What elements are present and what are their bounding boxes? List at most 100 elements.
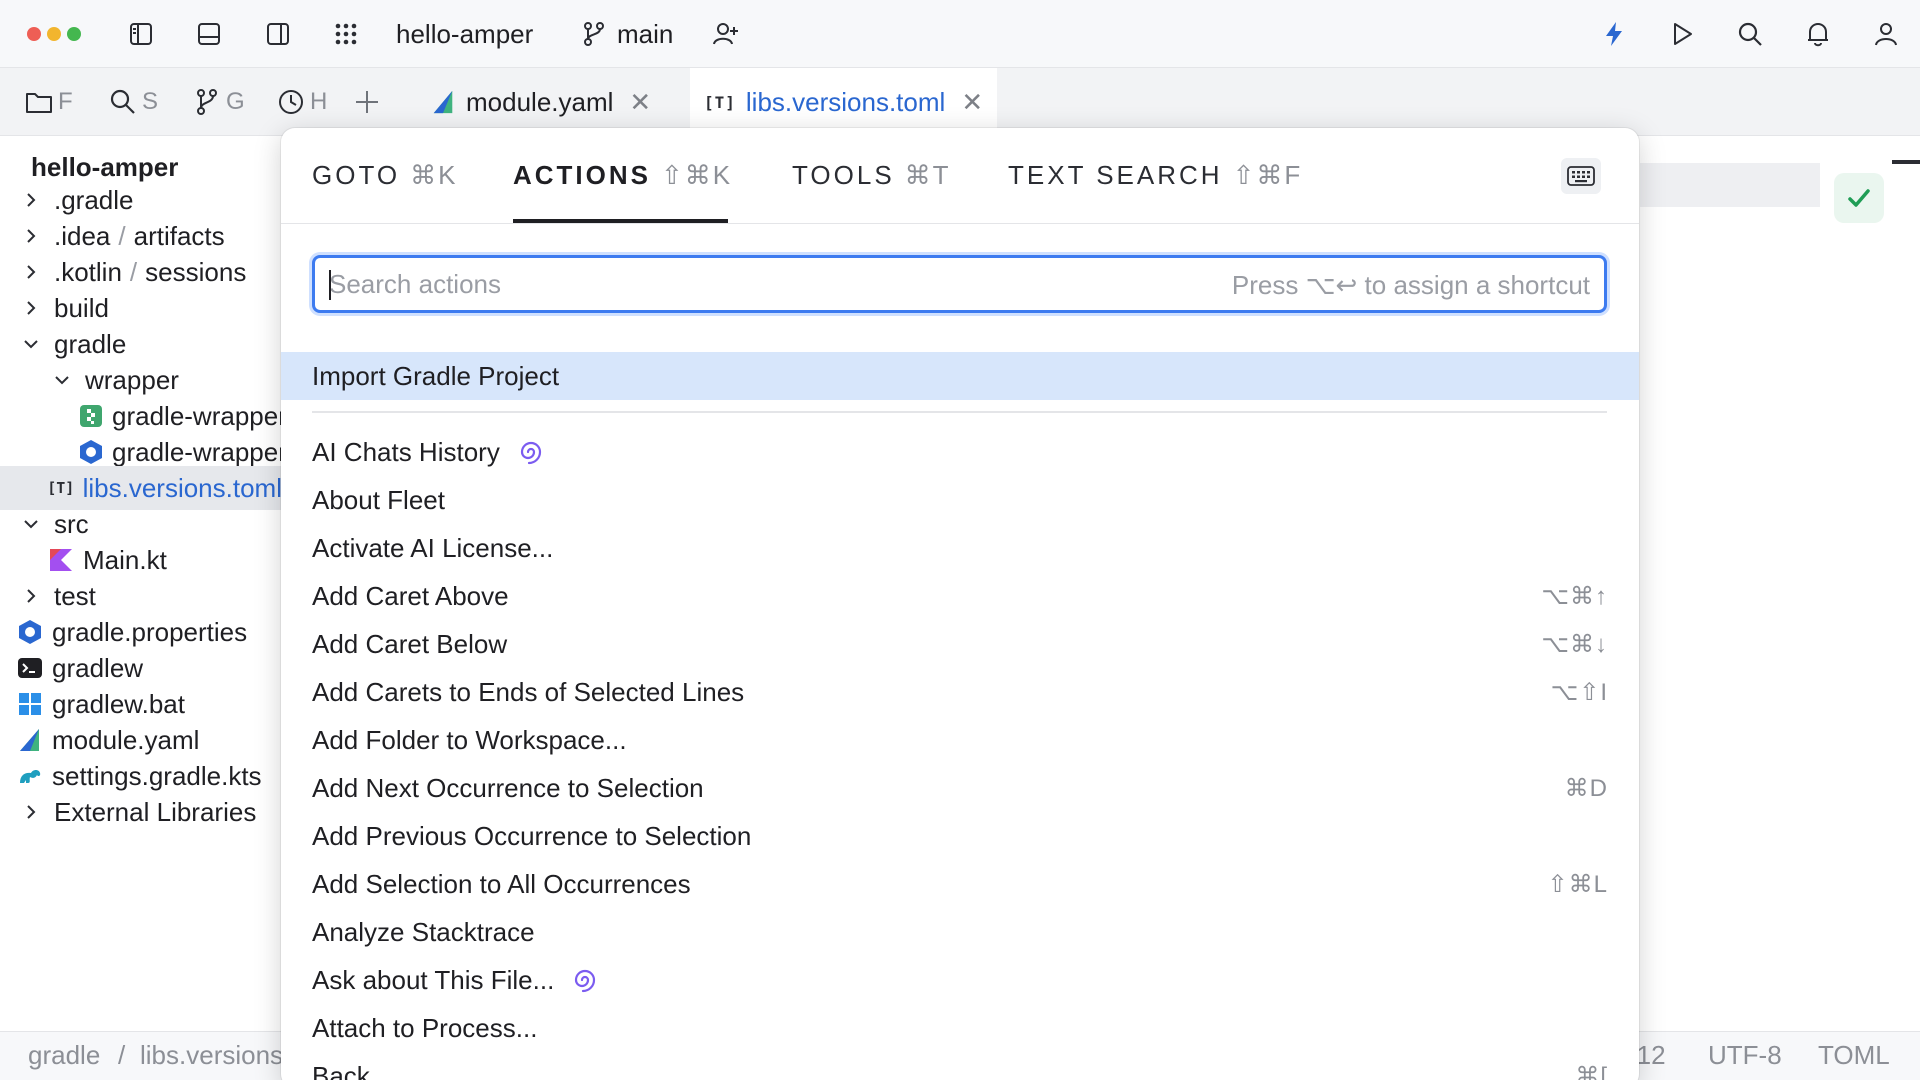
project-name[interactable]: hello-amper (396, 18, 533, 50)
ai-assistant-icon (516, 437, 546, 467)
run-icon[interactable] (1666, 18, 1698, 50)
new-tab-button[interactable] (352, 86, 382, 118)
search-actions-input[interactable] (329, 258, 1129, 310)
jar-icon (78, 402, 104, 430)
close-tab-icon[interactable]: ✕ (961, 87, 983, 118)
result-about-fleet[interactable]: About Fleet (281, 476, 1639, 524)
tab-actions[interactable]: ACTIONS ⇧⌘K (513, 160, 732, 196)
result-import-gradle-project[interactable]: Import Gradle Project (281, 352, 1639, 400)
apps-grid-icon[interactable] (330, 18, 362, 50)
search-actions-field[interactable]: Press ⌥↩ to assign a shortcut (312, 255, 1607, 313)
branch-name[interactable]: main (617, 18, 673, 50)
window-zoom-button[interactable] (67, 27, 81, 41)
breadcrumb-separator: / (118, 1040, 126, 1070)
toml-icon: [T] (704, 92, 736, 112)
lightning-icon[interactable] (1598, 18, 1630, 50)
ai-assistant-icon (570, 965, 600, 995)
tree-item-label: .idea (54, 220, 111, 251)
chevron-right-icon[interactable] (18, 799, 44, 825)
tool-tab-history-label: H (310, 88, 328, 115)
tree-path-separator: / (118, 220, 126, 251)
tab-goto[interactable]: GOTO ⌘K (312, 160, 457, 196)
result-ask-about-this-file[interactable]: Ask about This File... (281, 956, 1639, 1004)
result-add-caret-above[interactable]: Add Caret Above ⌥⌘↑ (281, 572, 1639, 620)
right-panel-toggle-icon[interactable] (262, 18, 294, 50)
no-problems-check-icon[interactable] (1834, 173, 1884, 223)
kotlin-icon (47, 546, 75, 574)
search-icon (110, 89, 135, 114)
tree-item-label: module.yaml (52, 724, 200, 755)
result-attach-to-process[interactable]: Attach to Process... (281, 1004, 1639, 1052)
tool-tab-files[interactable]: F (24, 86, 73, 118)
tree-item-subpath: sessions (145, 256, 247, 287)
editor-scroll-marker (1892, 160, 1920, 164)
left-panel-toggle-icon[interactable] (125, 18, 157, 50)
result-analyze-stacktrace[interactable]: Analyze Stacktrace (281, 908, 1639, 956)
tree-item-label: build (54, 292, 109, 323)
result-add-previous-occurrence-to-selection[interactable]: Add Previous Occurrence to Selection (281, 812, 1639, 860)
windows-icon (16, 690, 44, 718)
tab-strip: F S G H module.yaml ✕ [T] libs.versions.… (0, 68, 1920, 136)
tab-tools-label: TOOLS (792, 160, 895, 190)
result-add-folder-to-workspace[interactable]: Add Folder to Workspace... (281, 716, 1639, 764)
window-minimize-button[interactable] (47, 27, 61, 41)
result-back[interactable]: Back ⌘[ (281, 1052, 1639, 1080)
result-ai-chats-history[interactable]: AI Chats History (281, 428, 1639, 476)
tab-libs-versions-toml[interactable]: [T] libs.versions.toml ✕ (690, 68, 998, 136)
tab-text-search-label: TEXT SEARCH (1008, 160, 1223, 190)
title-bar: hello-amper main (0, 0, 1920, 68)
chevron-down-icon[interactable] (18, 331, 44, 357)
result-label: Back (312, 1060, 370, 1080)
tool-tab-git[interactable]: G (192, 86, 245, 118)
close-tab-icon[interactable]: ✕ (629, 87, 651, 118)
breadcrumb-root[interactable]: gradle (28, 1040, 100, 1071)
tab-module-yaml[interactable]: module.yaml ✕ (416, 68, 665, 136)
bottom-panel-toggle-icon[interactable] (193, 18, 225, 50)
search-icon[interactable] (1734, 18, 1766, 50)
result-shortcut: ⌘D (1564, 774, 1608, 802)
chevron-right-icon[interactable] (18, 583, 44, 609)
tool-tab-search-label: S (142, 88, 159, 115)
chevron-right-icon[interactable] (18, 187, 44, 213)
assign-shortcut-hint: Press ⌥↩ to assign a shortcut (1231, 270, 1590, 300)
tree-item-external-libraries[interactable]: External Libraries (0, 790, 282, 834)
keyboard-icon[interactable] (1561, 158, 1601, 194)
tab-actions-label: ACTIONS (513, 160, 651, 190)
tab-text-search[interactable]: TEXT SEARCH ⇧⌘F (1008, 160, 1302, 196)
result-label: Add Selection to All Occurrences (312, 868, 691, 899)
tool-tab-search[interactable]: S (108, 86, 158, 118)
result-add-caret-below[interactable]: Add Caret Below ⌥⌘↓ (281, 620, 1639, 668)
result-activate-ai-license[interactable]: Activate AI License... (281, 524, 1639, 572)
tool-tab-history[interactable]: H (276, 86, 327, 118)
tree-item-label: gradlew.bat (52, 688, 185, 719)
chevron-right-icon[interactable] (18, 295, 44, 321)
tree-item-label: wrapper (85, 364, 179, 395)
file-language[interactable]: TOML (1818, 1040, 1890, 1071)
result-label: Add Carets to Ends of Selected Lines (312, 676, 745, 707)
result-add-selection-to-all-occurrences[interactable]: Add Selection to All Occurrences ⇧⌘L (281, 860, 1639, 908)
file-tree: hello-amper .gradle .idea / artifacts .kotli… (0, 136, 282, 1031)
tree-item-label: .kotlin (54, 256, 122, 287)
window-close-button[interactable] (27, 27, 41, 41)
tool-tab-git-label: G (226, 88, 245, 115)
properties-icon (16, 618, 44, 646)
result-add-carets-to-ends-of-selected-lines[interactable]: Add Carets to Ends of Selected Lines ⌥⇧I (281, 668, 1639, 716)
tree-item-label: Main.kt (83, 544, 167, 575)
file-encoding[interactable]: UTF-8 (1708, 1040, 1782, 1071)
chevron-right-icon[interactable] (18, 223, 44, 249)
notifications-bell-icon[interactable] (1802, 18, 1834, 50)
chevron-right-icon[interactable] (18, 259, 44, 285)
tree-item-label: gradlew (52, 652, 144, 683)
amper-icon (16, 726, 44, 754)
account-icon[interactable] (1870, 18, 1902, 50)
tab-tools[interactable]: TOOLS ⌘T (792, 160, 951, 196)
editor-current-line (1640, 163, 1820, 207)
result-add-next-occurrence-to-selection[interactable]: Add Next Occurrence to Selection ⌘D (281, 764, 1639, 812)
folder-icon (26, 93, 52, 113)
result-label: Activate AI License... (312, 532, 554, 563)
result-shortcut: ⇧⌘L (1547, 870, 1608, 898)
chevron-down-icon[interactable] (49, 367, 75, 393)
tree-item-label: settings.gradle.kts (52, 760, 262, 791)
chevron-down-icon[interactable] (18, 511, 44, 537)
add-collaborator-icon[interactable] (710, 18, 742, 50)
